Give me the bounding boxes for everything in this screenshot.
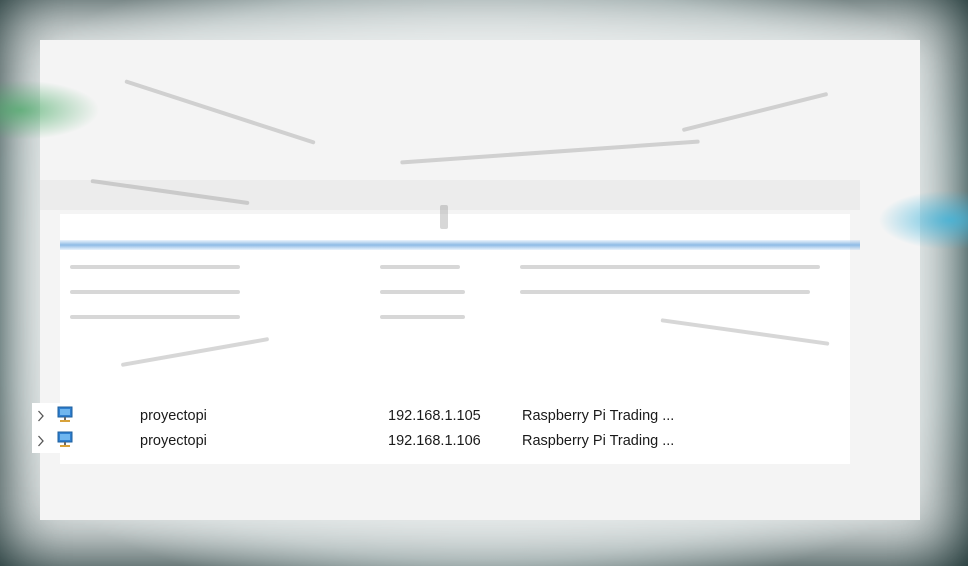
network-computer-icon [57,431,73,449]
blur-streak [70,315,240,319]
blur-streak [70,265,240,269]
blur-streak [380,290,465,294]
selection-highlight [60,240,860,250]
column-header-band [40,180,860,210]
blur-streak [440,205,448,229]
device-manufacturer: Raspberry Pi Trading ... [522,407,675,424]
chevron-right-icon[interactable] [36,409,46,423]
blur-streak [380,315,465,319]
device-manufacturer: Raspberry Pi Trading ... [522,432,675,449]
device-row[interactable]: proyectopi 192.168.1.105 Raspberry Pi Tr… [32,403,684,428]
blur-streak [380,265,460,269]
device-name: proyectopi [140,407,207,424]
blur-streak [70,290,240,294]
background-glow-green [0,80,100,140]
device-ip: 192.168.1.106 [388,432,481,449]
device-name: proyectopi [140,432,207,449]
device-list: proyectopi 192.168.1.105 Raspberry Pi Tr… [32,403,684,453]
background-glow-cyan [878,190,968,250]
network-computer-icon [57,406,73,424]
blur-streak [520,290,810,294]
chevron-right-icon[interactable] [36,434,46,448]
device-row[interactable]: proyectopi 192.168.1.106 Raspberry Pi Tr… [32,428,684,453]
blur-streak [520,265,820,269]
device-ip: 192.168.1.105 [388,407,481,424]
